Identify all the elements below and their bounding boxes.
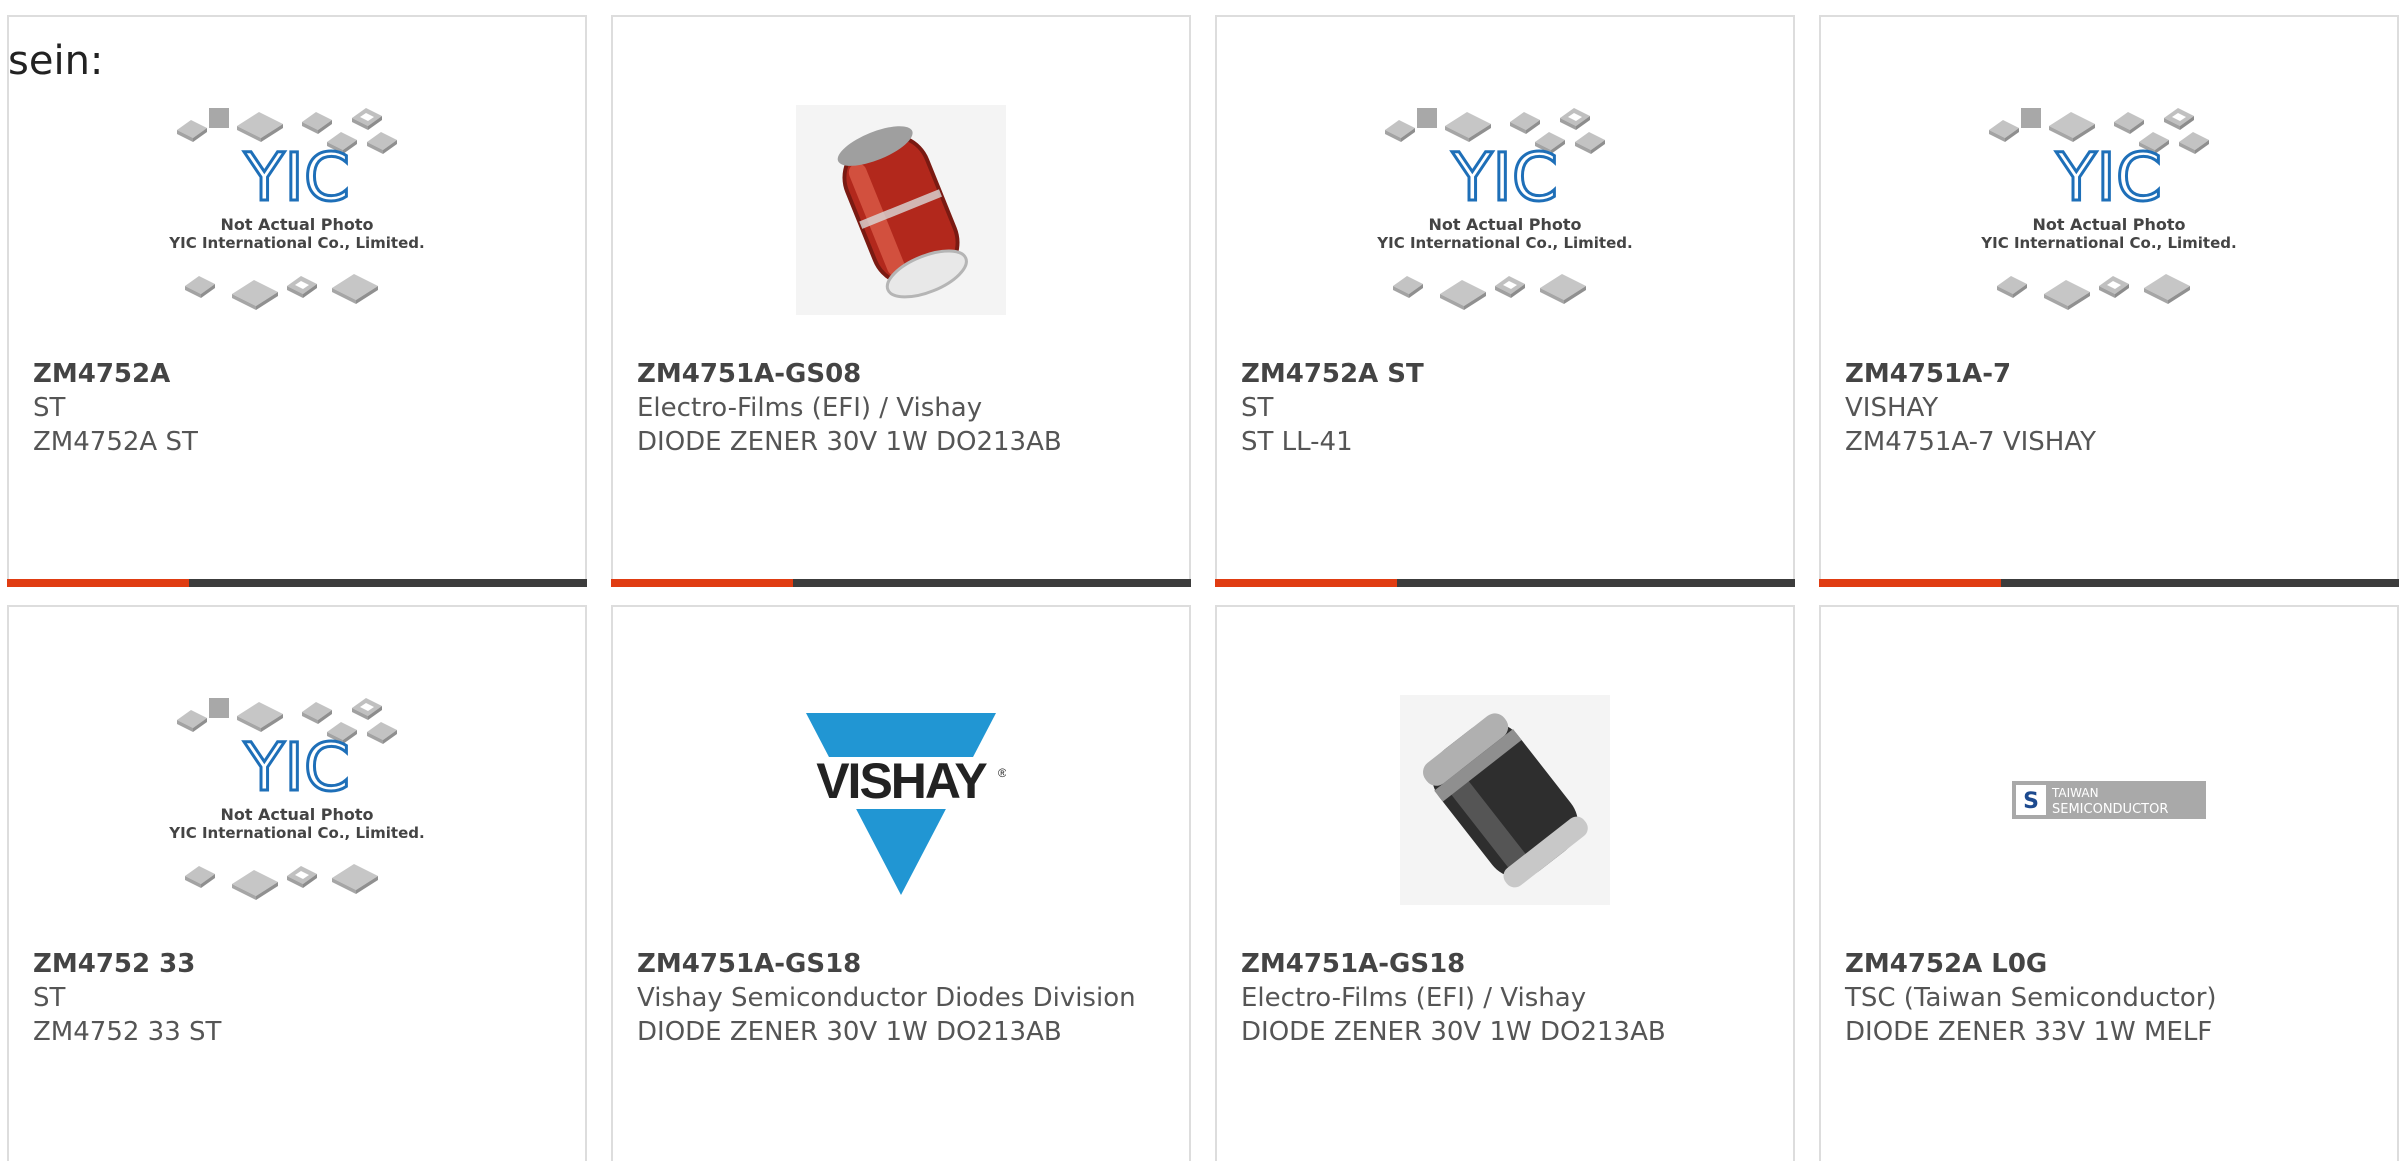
product-card[interactable]: ZM4751A-GS08 Electro-Films (EFI) / Visha… — [611, 15, 1191, 587]
description: ZM4752 33 ST — [33, 1017, 222, 1047]
part-number[interactable]: ZM4751A-7 — [1845, 357, 2377, 391]
product-image[interactable]: S TAIWAN SEMICONDUCTOR — [1959, 675, 2259, 925]
yic-logo: YIC — [1451, 139, 1558, 216]
product-image[interactable]: VISHAY ® — [751, 675, 1051, 925]
manufacturer: ST — [33, 393, 66, 423]
card-accent-bar — [1819, 579, 2399, 587]
product-image-placeholder[interactable]: YIC Not Actual Photo YIC International C… — [1959, 85, 2259, 335]
svg-text:YIC International Co., Limited: YIC International Co., Limited. — [1980, 234, 2236, 252]
yic-placeholder-icon: YIC Not Actual Photo YIC International C… — [168, 108, 425, 310]
manufacturer: Vishay Semiconductor Diodes Division — [637, 983, 1136, 1013]
manufacturer: TSC (Taiwan Semiconductor) — [1845, 983, 2217, 1013]
svg-text:Not Actual Photo: Not Actual Photo — [2032, 215, 2185, 234]
description: DIODE ZENER 30V 1W DO213AB — [637, 1017, 1062, 1047]
yic-logo: YIC — [243, 139, 350, 216]
yic-logo: YIC — [2055, 139, 2162, 216]
part-number[interactable]: ZM4751A-GS18 — [637, 947, 1169, 981]
manufacturer: Electro-Films (EFI) / Vishay — [637, 393, 983, 423]
product-card[interactable]: YIC Not Actual Photo YIC International C… — [1215, 15, 1795, 587]
product-image-placeholder[interactable]: YIC Not Actual Photo YIC International C… — [1355, 85, 1655, 335]
product-card[interactable]: YIC Not Actual Photo YIC International C… — [1819, 15, 2399, 587]
yic-placeholder-icon: YIC Not Actual Photo YIC International C… — [1980, 108, 2237, 310]
part-number[interactable]: ZM4752A L0G — [1845, 947, 2377, 981]
card-accent-bar — [611, 579, 1191, 587]
product-image[interactable] — [751, 85, 1051, 335]
yic-placeholder-icon: YIC Not Actual Photo YIC International C… — [1376, 108, 1633, 310]
part-number[interactable]: ZM4751A-GS08 — [637, 357, 1169, 391]
svg-text:YIC International Co., Limited: YIC International Co., Limited. — [168, 234, 424, 252]
taiwan-semiconductor-logo-icon: S TAIWAN SEMICONDUCTOR — [2012, 781, 2206, 819]
description: ST LL-41 — [1241, 427, 1353, 457]
svg-text:SEMICONDUCTOR: SEMICONDUCTOR — [2052, 802, 2168, 817]
svg-text:TAIWAN: TAIWAN — [2051, 786, 2099, 800]
description: ZM4752A ST — [33, 427, 198, 457]
svg-text:Not Actual Photo: Not Actual Photo — [1428, 215, 1581, 234]
part-number[interactable]: ZM4751A-GS18 — [1241, 947, 1773, 981]
description: DIODE ZENER 30V 1W DO213AB — [637, 427, 1062, 457]
product-card[interactable]: YIC Not Actual Photo YIC International C… — [7, 605, 587, 1161]
product-meta: ZM4752A L0G TSC (Taiwan Semiconductor) D… — [1845, 947, 2377, 1049]
product-card[interactable]: ZM4751A-GS18 Electro-Films (EFI) / Visha… — [1215, 605, 1795, 1161]
yic-logo: YIC — [243, 729, 350, 806]
svg-text:®: ® — [998, 766, 1006, 780]
description: DIODE ZENER 33V 1W MELF — [1845, 1017, 2213, 1047]
vishay-logo-icon: VISHAY ® — [796, 695, 1006, 905]
product-meta: ZM4751A-GS08 Electro-Films (EFI) / Visha… — [637, 357, 1169, 459]
product-card[interactable]: S TAIWAN SEMICONDUCTOR ZM4752A L0G TSC (… — [1819, 605, 2399, 1161]
yic-placeholder-icon: YIC Not Actual Photo YIC International C… — [168, 698, 425, 900]
description: ZM4751A-7 VISHAY — [1845, 427, 2096, 457]
product-meta: ZM4751A-GS18 Vishay Semiconductor Diodes… — [637, 947, 1169, 1049]
product-image-placeholder[interactable]: YIC Not Actual Photo YIC International C… — [147, 675, 447, 925]
product-image[interactable] — [1355, 675, 1655, 925]
part-number[interactable]: ZM4752 33 — [33, 947, 565, 981]
product-grid-page: sein: YIC Not Actual Photo YIC Internati… — [0, 0, 2400, 1161]
description: DIODE ZENER 30V 1W DO213AB — [1241, 1017, 1666, 1047]
product-meta: ZM4751A-7 VISHAY ZM4751A-7 VISHAY — [1845, 357, 2377, 459]
product-image-placeholder[interactable]: YIC Not Actual Photo YIC International C… — [147, 85, 447, 335]
intro-text: sein: — [8, 38, 104, 84]
product-meta: ZM4752 33 ST ZM4752 33 ST — [33, 947, 565, 1049]
manufacturer: Electro-Films (EFI) / Vishay — [1241, 983, 1587, 1013]
product-meta: ZM4752A ST ZM4752A ST — [33, 357, 565, 459]
vishay-logo-text: VISHAY — [816, 753, 987, 809]
part-number[interactable]: ZM4752A — [33, 357, 565, 391]
product-meta: ZM4752A ST ST ST LL-41 — [1241, 357, 1773, 459]
svg-text:Not Actual Photo: Not Actual Photo — [220, 215, 373, 234]
part-number[interactable]: ZM4752A ST — [1241, 357, 1773, 391]
svg-text:S: S — [2023, 789, 2039, 814]
manufacturer: ST — [33, 983, 66, 1013]
svg-text:YIC International Co., Limited: YIC International Co., Limited. — [1376, 234, 1632, 252]
manufacturer: VISHAY — [1845, 393, 1939, 423]
card-accent-bar — [1215, 579, 1795, 587]
red-diode-photo-icon — [796, 105, 1006, 315]
product-card[interactable]: VISHAY ® ZM4751A-GS18 Vishay Semiconduct… — [611, 605, 1191, 1161]
svg-text:YIC International Co., Limited: YIC International Co., Limited. — [168, 824, 424, 842]
product-meta: ZM4751A-GS18 Electro-Films (EFI) / Visha… — [1241, 947, 1773, 1049]
manufacturer: ST — [1241, 393, 1274, 423]
product-card[interactable]: YIC Not Actual Photo YIC International C… — [7, 15, 587, 587]
black-diode-photo-icon — [1400, 695, 1610, 905]
card-accent-bar — [7, 579, 587, 587]
svg-text:Not Actual Photo: Not Actual Photo — [220, 805, 373, 824]
